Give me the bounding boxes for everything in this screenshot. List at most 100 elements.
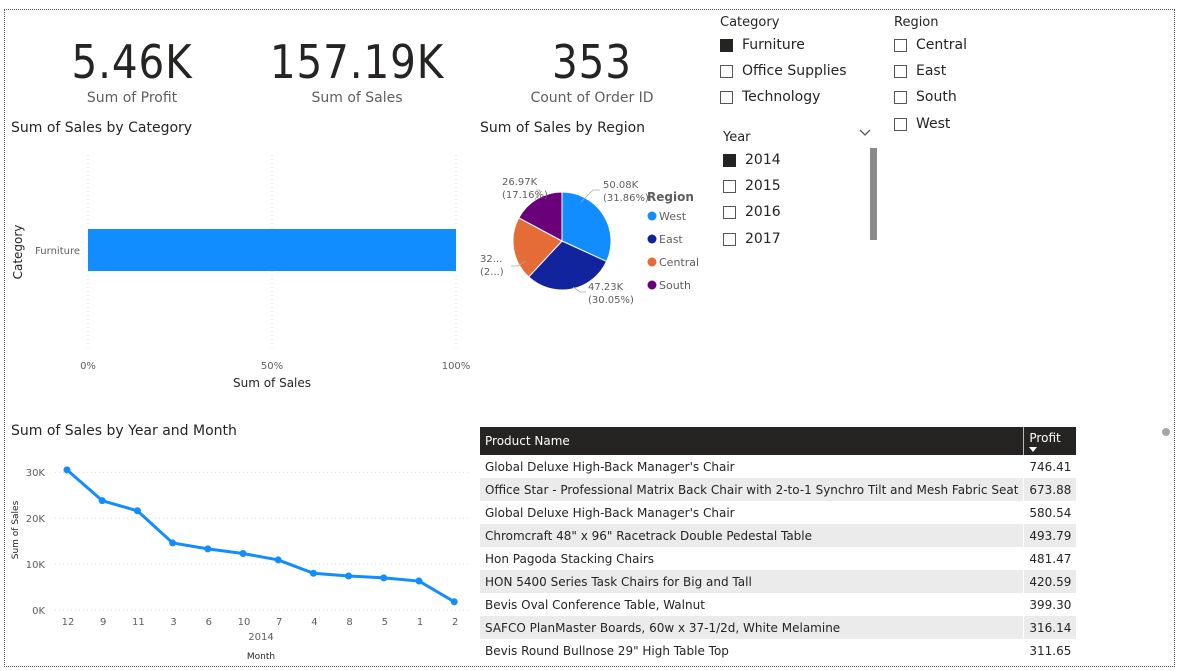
option-label: 2016 [745,204,781,220]
x-tick-label: 0% [80,361,96,372]
column-header-product-name[interactable]: Product Name [480,427,1024,455]
product-name-cell: HON 5400 Series Task Chairs for Big and … [480,570,1024,593]
table-row[interactable]: Bevis Oval Conference Table, Walnut 399.3… [480,593,1077,616]
x-tick-label: 12 [62,617,75,628]
y-axis-title: Category [11,225,25,280]
checkbox[interactable] [894,117,907,131]
table-row[interactable]: HON 5400 Series Task Chairs for Big and … [480,570,1077,593]
series-line [66,468,455,604]
year-slicer-scrollbar[interactable] [870,148,877,240]
category-option-furniture[interactable]: Furniture [720,37,805,53]
line-chart: 0K10K20K30K12 9 11 3 6 10 7 4 8 5 1 22014MonthSum o… [11,466,468,662]
legend-marker [647,257,657,267]
profit-cell: 673.88 [1023,478,1077,501]
checkbox[interactable] [723,205,736,219]
option-label: West [916,116,951,132]
table-row[interactable]: Hon Pagoda Stacking Chairs 481.47 [480,547,1077,570]
legend-label: East [659,233,683,246]
legend-label: West [659,210,687,223]
kpi-card-profit[interactable]: 5.46K Sum of Profit [47,34,217,106]
checkbox[interactable] [894,90,907,104]
product-name-cell: Bevis Oval Conference Table, Walnut [485,597,705,612]
table-row[interactable]: SAFCO PlanMaster Boards, 60w x 37-1/2d, … [480,616,1077,639]
data-point [380,574,388,582]
legend-marker [647,211,657,221]
data-point [239,549,247,557]
table-row[interactable]: Bevis Round Bullnose 29" High Table Top 3… [480,639,1077,662]
x-axis-title: Sum of Sales [233,376,311,390]
data-label-value: 50.08K [603,180,639,191]
x-tick-label: 1 [417,617,423,628]
checkbox[interactable] [720,90,733,104]
column-header-label: Profit [1029,430,1061,445]
legend-marker [647,280,657,290]
pie-chart: 50.08K (31.86%) 47.23K (30.05%) 32... (2...) 2… [480,177,699,306]
data-label-percent: (31.86%) [603,193,649,204]
x-tick-label: 50% [261,361,283,372]
y-tick-label: 10K [26,560,46,571]
data-point [415,577,423,585]
sort-descending-icon[interactable] [1029,446,1038,452]
profit-cell: 399.30 [1023,593,1077,616]
product-profit-table[interactable]: Product Name Profit Global Deluxe High-B… [480,427,1077,662]
legend-marker [647,234,657,244]
year-option-2014[interactable]: 2014 [723,152,781,168]
legend-label: Central [659,256,699,269]
region-option-east[interactable]: East [894,63,946,79]
kpi-value: 353 [552,35,632,89]
x-tick-label: 7 [276,617,282,628]
data-point [169,539,177,547]
checkbox[interactable] [723,153,736,167]
option-label: East [916,63,947,79]
data-label-percent: (17.16%) [502,190,548,201]
option-label: South [916,89,957,105]
checkbox[interactable] [720,64,733,78]
profit-cell: 481.47 [1023,547,1077,570]
checkbox[interactable] [894,64,907,78]
table-header-row: Product Name Profit [480,427,1077,455]
checkbox[interactable] [723,179,736,193]
region-option-south[interactable]: South [894,89,957,105]
kpi-card-sales[interactable]: 157.19K Sum of Sales [247,34,467,106]
checkbox[interactable] [723,232,736,246]
kpi-card-order-count[interactable]: 353 Count of Order ID [502,34,682,106]
table-row[interactable]: Office Star - Professional Matrix Back C… [480,478,1077,501]
profit-cell: 311.65 [1023,639,1077,662]
column-header-profit[interactable]: Profit [1023,427,1077,455]
kpi-value: 5.46K [71,35,193,89]
profit-cell: 493.79 [1023,524,1077,547]
chevron-down-icon[interactable] [858,126,872,138]
profit-cell: 420.59 [1023,570,1077,593]
category-option-office-supplies[interactable]: Office Supplies [720,63,847,79]
x-tick-label: 5 [382,617,388,628]
option-label: Office Supplies [742,63,847,79]
x-tick-label: 9 [100,617,106,628]
kpi-label: Sum of Sales [311,90,403,106]
category-option-technology[interactable]: Technology [720,89,820,105]
line-chart-title: Sum of Sales by Year and Month [11,423,237,439]
checkbox[interactable] [894,38,907,52]
resize-handle[interactable] [1162,428,1170,436]
data-point [274,556,282,564]
year-slicer-title: Year [723,130,751,145]
y-axis-title: Sum of Sales [11,500,21,559]
option-label: 2014 [745,152,781,168]
region-option-central[interactable]: Central [894,37,967,53]
data-point [63,466,71,474]
bar-chart-title: Sum of Sales by Category [11,120,193,136]
table-row[interactable]: Chromcraft 48" x 96" Racetrack Double Pe… [480,524,1077,547]
region-option-west[interactable]: West [894,116,950,132]
y-tick-label: 20K [26,514,46,525]
x-tick-label: 11 [132,617,145,628]
year-option-2015[interactable]: 2015 [723,178,781,194]
checkbox[interactable] [720,38,733,52]
x-tick-label: 6 [206,617,212,628]
table-row[interactable]: Global Deluxe High-Back Manager's Chair 7… [480,455,1077,478]
pie-chart-title: Sum of Sales by Region [480,120,646,136]
x-tick-label: 2 [452,617,458,628]
year-option-2016[interactable]: 2016 [723,204,781,220]
option-label: Central [916,37,967,53]
option-label: Technology [742,89,821,105]
table-row[interactable]: Global Deluxe High-Back Manager's Chair 5… [480,501,1077,524]
year-option-2017[interactable]: 2017 [723,231,781,247]
